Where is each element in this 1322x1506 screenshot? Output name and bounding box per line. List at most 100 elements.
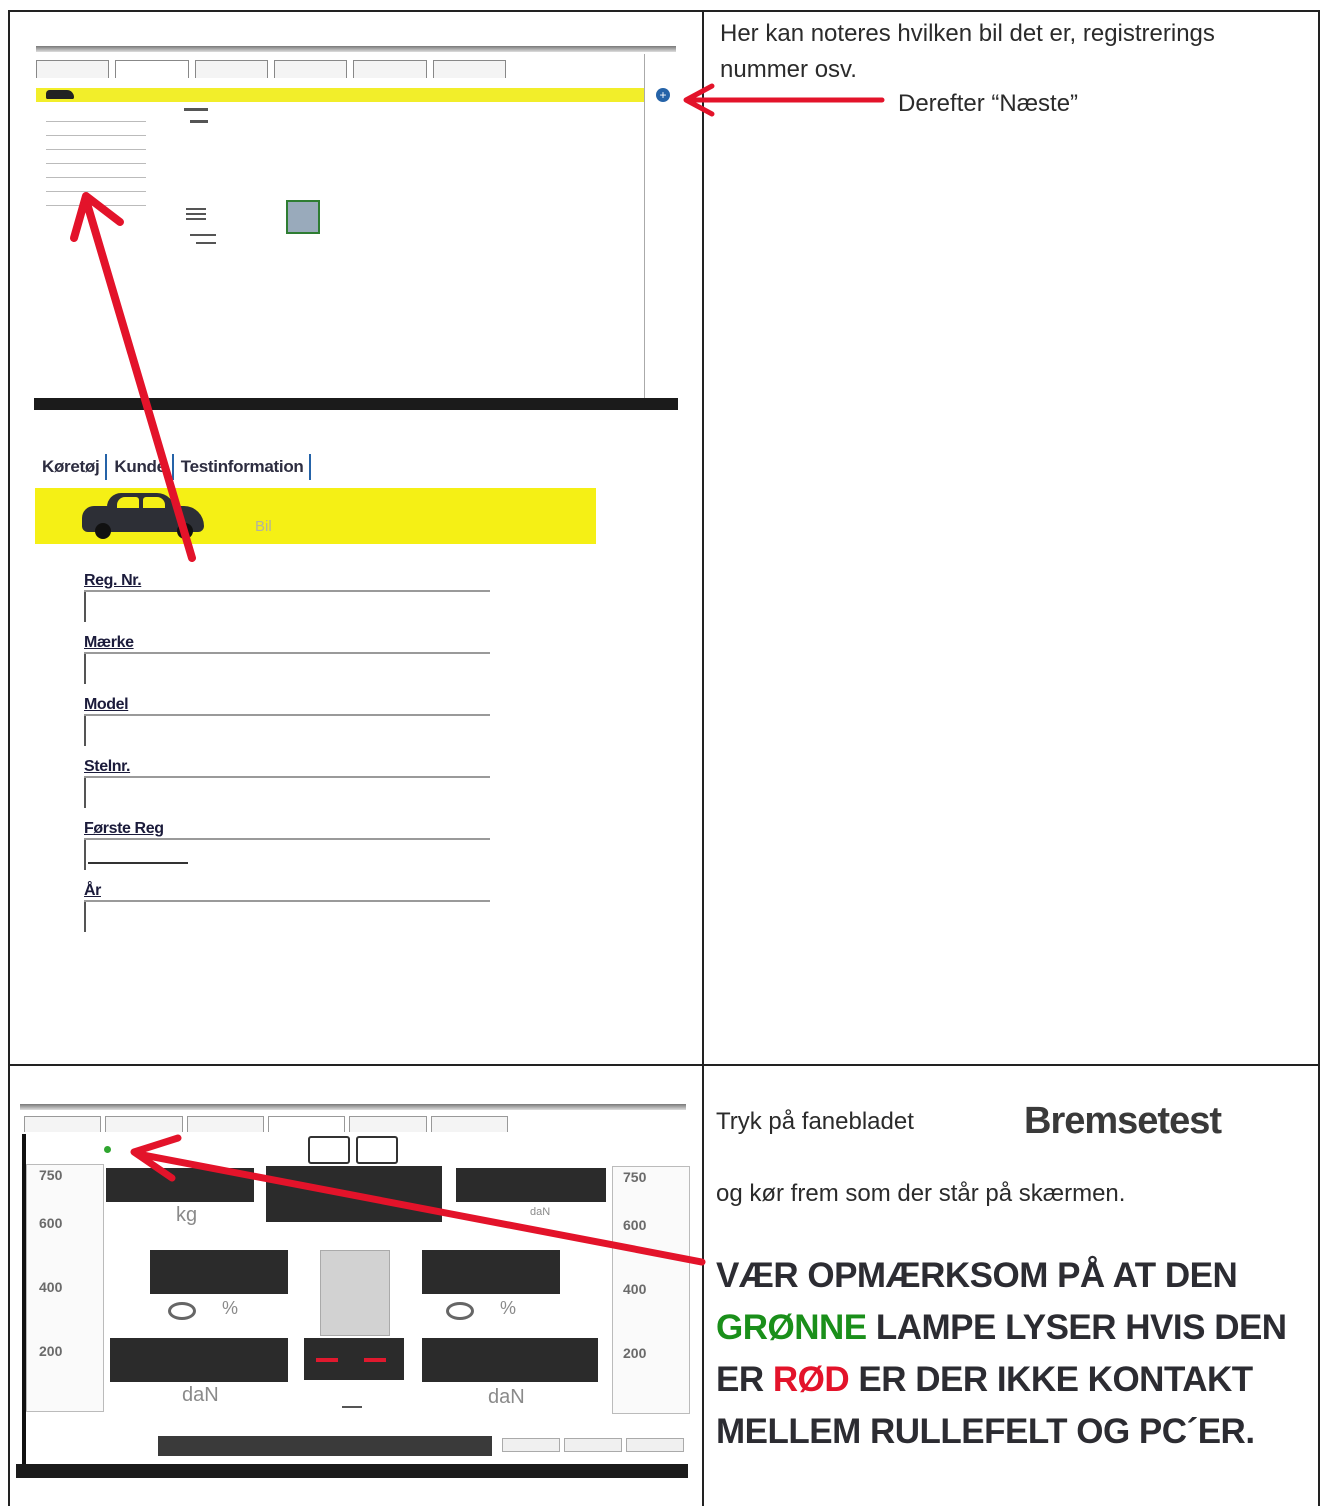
maerke-field[interactable]: Mærke bbox=[84, 634, 492, 684]
tab-separator bbox=[105, 454, 108, 480]
grid-mid-horizontal bbox=[8, 1064, 1320, 1066]
warning-text: VÆR OPMÆRKSOM PÅ AT DEN GRØNNE LAMPE LYS… bbox=[716, 1250, 1312, 1458]
field-underline bbox=[84, 590, 490, 592]
stelnr-input[interactable] bbox=[84, 778, 86, 808]
unit-dan-small: daN bbox=[530, 1206, 551, 1218]
small-button[interactable] bbox=[502, 1438, 560, 1452]
tab-kunde[interactable]: Kunde bbox=[112, 457, 171, 477]
next-plus-icon[interactable]: + bbox=[656, 88, 670, 102]
vehicle-indicator bbox=[320, 1250, 390, 1336]
right-scale: 750 600 400 200 bbox=[612, 1166, 690, 1414]
weight-display bbox=[106, 1168, 254, 1202]
left-scale: 750 600 400 200 bbox=[26, 1164, 104, 1412]
thumbnail-field-marker bbox=[196, 242, 216, 244]
maerke-input[interactable] bbox=[84, 654, 86, 684]
drive-forward-bar bbox=[158, 1436, 492, 1456]
brake-test-screen: 750 600 400 200 750 600 400 200 kg daN %… bbox=[16, 1098, 690, 1482]
scale-tick: 750 bbox=[623, 1169, 647, 1185]
left-brake-display bbox=[110, 1338, 288, 1382]
small-button[interactable] bbox=[626, 1438, 684, 1452]
warning-green-word: GRØNNE bbox=[716, 1308, 867, 1347]
eye-icon bbox=[446, 1302, 474, 1320]
warning-line2-rest: LAMPE LYSER HVIS DEN bbox=[866, 1308, 1287, 1347]
small-button[interactable] bbox=[564, 1438, 622, 1452]
brake-pedal-icon[interactable] bbox=[308, 1136, 350, 1164]
car-window bbox=[117, 497, 139, 508]
scale-tick: 200 bbox=[623, 1345, 647, 1361]
forste-reg-field[interactable]: Første Reg bbox=[84, 820, 492, 870]
unit-kg: kg bbox=[176, 1204, 198, 1226]
warning-red-word: RØD bbox=[772, 1360, 850, 1399]
tab-testinformation[interactable]: Testinformation bbox=[179, 457, 310, 477]
warning-line2: GRØNNE LAMPE LYSER HVIS DEN bbox=[716, 1302, 1312, 1354]
grid-left-border bbox=[8, 10, 10, 1506]
car-window bbox=[143, 497, 165, 508]
brake-note-line2: og kør frem som der står på skærmen. bbox=[716, 1180, 1126, 1207]
warning-line4: MELLEM RULLEFELT OG PC´ER. bbox=[716, 1412, 1255, 1451]
reg-nr-field[interactable]: Reg. Nr. bbox=[84, 572, 492, 622]
thumbnail-list-icon bbox=[186, 218, 206, 220]
next-label: Derefter “Næste” bbox=[898, 90, 1079, 117]
grid-top-border bbox=[8, 10, 1320, 12]
center-gauge bbox=[266, 1166, 442, 1222]
forste-reg-input[interactable] bbox=[84, 840, 86, 870]
thumbnail-divider bbox=[644, 54, 645, 398]
stelnr-field[interactable]: Stelnr. bbox=[84, 758, 492, 808]
model-field[interactable]: Model bbox=[84, 696, 492, 746]
thumbnail-menubar bbox=[36, 46, 676, 52]
handbrake-icon bbox=[342, 1392, 362, 1408]
scale-tick: 200 bbox=[39, 1343, 63, 1359]
forste-reg-label: Første Reg bbox=[84, 820, 164, 837]
vehicle-screen-thumbnail: + bbox=[30, 40, 680, 412]
brake-note-line1: Tryk på fanebladet bbox=[716, 1108, 914, 1135]
warning-line1: VÆR OPMÆRKSOM PÅ AT DEN bbox=[716, 1256, 1238, 1295]
pct-right: % bbox=[500, 1298, 517, 1318]
tab-koretoj[interactable]: Køretøj bbox=[40, 457, 105, 477]
vehicle-note-line2: nummer osv. bbox=[720, 56, 857, 83]
field-underline bbox=[84, 714, 490, 716]
vehicle-tabbar: Køretøj Kunde Testinformation bbox=[40, 454, 316, 480]
brake-taskbar bbox=[16, 1464, 688, 1478]
unit-dan-left: daN bbox=[182, 1384, 219, 1406]
field-underline bbox=[84, 838, 490, 840]
grid-mid-vertical bbox=[702, 10, 704, 1506]
date-mask bbox=[88, 862, 188, 864]
thumbnail-field-marker bbox=[190, 234, 216, 236]
field-underline bbox=[84, 776, 490, 778]
model-input[interactable] bbox=[84, 716, 86, 746]
vehicle-note: Her kan noteres hvilken bil det er, regi… bbox=[720, 16, 1215, 88]
thumbnail-field-lines bbox=[46, 108, 146, 206]
reg-nr-input[interactable] bbox=[84, 592, 86, 622]
right-top-display bbox=[456, 1168, 606, 1202]
car-wheel bbox=[177, 523, 193, 539]
vehicle-note-line1: Her kan noteres hvilken bil det er, regi… bbox=[720, 20, 1215, 47]
scale-tick: 400 bbox=[623, 1281, 647, 1297]
thumbnail-field-marker bbox=[190, 120, 208, 123]
aar-input[interactable] bbox=[84, 902, 86, 932]
warning-line3: ER RØD ER DER IKKE KONTAKT bbox=[716, 1354, 1312, 1406]
maerke-label: Mærke bbox=[84, 634, 134, 651]
warning-line3-rest: ER DER IKKE KONTAKT bbox=[849, 1360, 1253, 1399]
car-icon bbox=[46, 90, 74, 99]
left-force-display bbox=[150, 1250, 288, 1294]
scale-tick: 600 bbox=[39, 1215, 63, 1231]
scale-tick: 750 bbox=[39, 1167, 63, 1183]
stelnr-label: Stelnr. bbox=[84, 758, 131, 775]
thumbnail-tabs bbox=[36, 60, 506, 78]
field-underline bbox=[84, 900, 490, 902]
bremsetest-tab-label: Bremsetest bbox=[1024, 1100, 1222, 1142]
status-dash bbox=[364, 1358, 386, 1362]
aar-field[interactable]: År bbox=[84, 882, 492, 932]
scale-tick: 400 bbox=[39, 1279, 63, 1295]
eye-icon bbox=[168, 1302, 196, 1320]
thumbnail-list-icon bbox=[186, 208, 206, 210]
tab-separator bbox=[171, 454, 174, 480]
arrow-to-next bbox=[683, 83, 885, 117]
aar-label: År bbox=[84, 882, 101, 899]
unit-dan-right: daN bbox=[488, 1386, 525, 1408]
grid-right-border bbox=[1318, 10, 1320, 1506]
vehicle-banner: Bil bbox=[35, 488, 596, 544]
roller-icon[interactable] bbox=[356, 1136, 398, 1164]
pct-left: % bbox=[222, 1298, 239, 1318]
reg-nr-label: Reg. Nr. bbox=[84, 572, 142, 589]
